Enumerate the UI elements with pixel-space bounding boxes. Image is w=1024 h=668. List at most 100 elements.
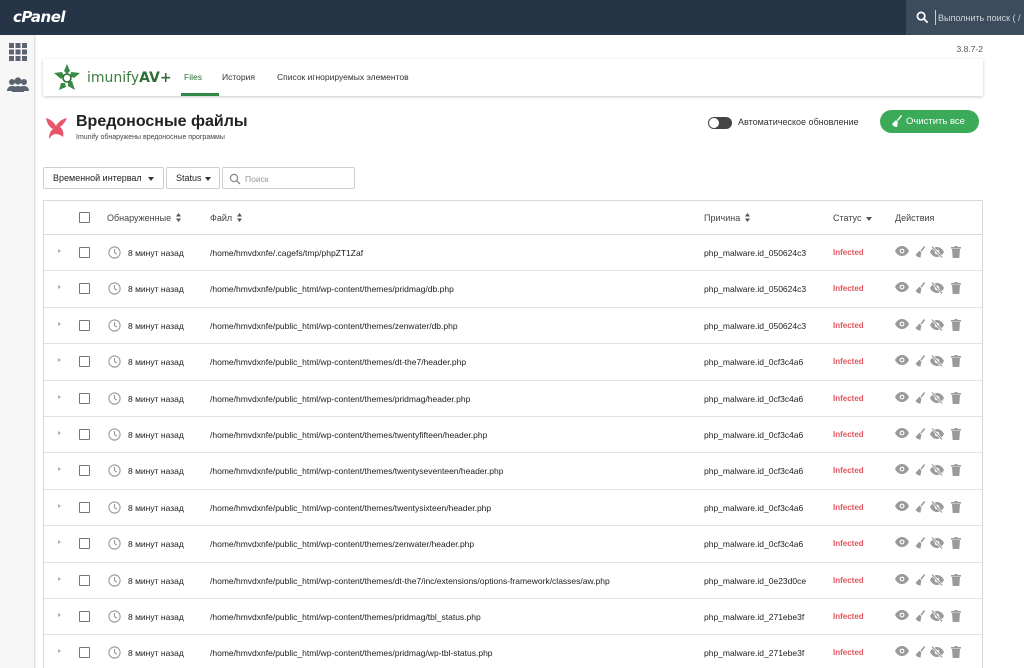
eye-slash-icon[interactable] (930, 573, 944, 588)
eye-slash-icon[interactable] (930, 245, 944, 260)
row-checkbox[interactable] (79, 611, 90, 622)
expand-row-icon[interactable] (58, 649, 61, 654)
eye-slash-icon[interactable] (930, 282, 944, 296)
eye-icon[interactable] (895, 573, 909, 586)
row-checkbox[interactable] (79, 647, 90, 659)
broom-icon[interactable] (915, 573, 926, 588)
expand-row-icon[interactable] (58, 285, 61, 290)
eye-slash-icon[interactable] (930, 500, 944, 515)
eye-icon[interactable] (895, 282, 909, 294)
column-reason[interactable]: Причина (704, 213, 751, 223)
row-checkbox[interactable] (79, 574, 90, 586)
trash-icon[interactable] (951, 464, 961, 478)
table-row[interactable]: 8 минут назад/home/hmvdxnfe/public_html/… (44, 526, 982, 563)
eye-slash-icon[interactable] (930, 646, 944, 660)
broom-icon[interactable] (915, 610, 926, 624)
eye-slash-icon[interactable] (930, 609, 944, 624)
table-row[interactable]: 8 минут назад/home/hmvdxnfe/public_html/… (44, 599, 982, 636)
eye-icon[interactable] (895, 464, 909, 476)
table-row[interactable]: 8 минут назад/home/hmvdxnfe/public_html/… (44, 417, 982, 454)
time-range-dropdown[interactable]: Временной интервал (43, 167, 164, 189)
eye-icon[interactable] (895, 318, 909, 331)
expand-row-icon[interactable] (58, 503, 61, 508)
auto-update-toggle[interactable] (708, 117, 732, 129)
select-all-checkbox[interactable] (79, 212, 90, 223)
column-status[interactable]: Статус (833, 213, 873, 223)
clean-all-button[interactable]: Очистить все (880, 110, 979, 133)
row-checkbox[interactable] (79, 356, 90, 368)
broom-icon[interactable] (915, 318, 926, 333)
trash-icon[interactable] (951, 246, 961, 260)
table-row[interactable]: 8 минут назад/home/hmvdxnfe/public_html/… (44, 344, 982, 381)
table-row[interactable]: 8 минут назад/home/hmvdxnfe/public_html/… (44, 271, 982, 308)
table-row[interactable]: 8 минут назад/home/hmvdxnfe/public_html/… (44, 308, 982, 345)
expand-row-icon[interactable] (58, 576, 61, 581)
eye-slash-icon[interactable] (930, 536, 944, 551)
trash-icon[interactable] (951, 646, 961, 660)
trash-icon[interactable] (951, 573, 961, 588)
row-checkbox[interactable] (79, 501, 90, 513)
row-checkbox[interactable] (79, 429, 90, 440)
broom-icon[interactable] (915, 428, 926, 442)
global-search[interactable] (906, 0, 1024, 35)
eye-icon[interactable] (895, 500, 909, 513)
eye-slash-icon[interactable] (930, 318, 944, 333)
cpanel-logo[interactable]: cPanel (13, 8, 66, 26)
expand-row-icon[interactable] (58, 467, 61, 472)
row-checkbox[interactable] (79, 283, 90, 295)
eye-icon[interactable] (895, 355, 909, 367)
eye-icon[interactable] (895, 610, 909, 622)
trash-icon[interactable] (951, 428, 961, 442)
broom-icon[interactable] (915, 355, 926, 369)
tab-ignore-list[interactable]: Список игнорируемых элементов (277, 72, 409, 82)
row-checkbox[interactable] (79, 465, 90, 477)
table-row[interactable]: 8 минут назад/home/hmvdxnfe/public_html/… (44, 635, 982, 668)
trash-icon[interactable] (951, 355, 961, 369)
trash-icon[interactable] (951, 500, 961, 515)
expand-row-icon[interactable] (58, 431, 61, 435)
trash-icon[interactable] (951, 318, 961, 333)
table-row[interactable]: 8 минут назад/home/hmvdxnfe/public_html/… (44, 563, 982, 599)
row-checkbox[interactable] (79, 392, 90, 404)
eye-icon[interactable] (895, 537, 909, 549)
eye-icon[interactable] (895, 646, 909, 658)
expand-row-icon[interactable] (58, 394, 61, 399)
status-dropdown[interactable]: Status (166, 167, 220, 189)
tab-history[interactable]: История (222, 72, 255, 82)
broom-icon[interactable] (915, 646, 926, 660)
expand-row-icon[interactable] (58, 249, 61, 253)
eye-slash-icon[interactable] (930, 354, 944, 369)
trash-icon[interactable] (951, 391, 961, 406)
row-checkbox[interactable] (79, 247, 90, 258)
table-row[interactable]: 8 минут назад/home/hmvdxnfe/.cagefs/tmp/… (44, 235, 982, 272)
tab-files[interactable]: Files (184, 72, 202, 82)
file-search-input[interactable] (245, 172, 350, 185)
grid-icon[interactable] (7, 42, 29, 62)
broom-icon[interactable] (915, 464, 926, 478)
trash-icon[interactable] (951, 282, 961, 296)
users-icon[interactable] (7, 75, 29, 95)
table-row[interactable]: 8 минут назад/home/hmvdxnfe/public_html/… (44, 381, 982, 417)
trash-icon[interactable] (951, 537, 961, 551)
eye-slash-icon[interactable] (930, 391, 944, 406)
eye-icon[interactable] (895, 428, 909, 440)
broom-icon[interactable] (915, 246, 926, 260)
table-row[interactable]: 8 минут назад/home/hmvdxnfe/public_html/… (44, 490, 982, 527)
row-checkbox[interactable] (79, 538, 90, 550)
broom-icon[interactable] (915, 282, 926, 296)
broom-icon[interactable] (915, 500, 926, 515)
broom-icon[interactable] (915, 391, 926, 406)
trash-icon[interactable] (951, 610, 961, 624)
row-checkbox[interactable] (79, 319, 90, 331)
broom-icon[interactable] (915, 537, 926, 551)
table-row[interactable]: 8 минут назад/home/hmvdxnfe/public_html/… (44, 453, 982, 490)
expand-row-icon[interactable] (58, 321, 61, 326)
file-search[interactable] (222, 167, 355, 189)
eye-icon[interactable] (895, 391, 909, 404)
eye-icon[interactable] (895, 246, 909, 258)
column-detected[interactable]: Обнаруженные (107, 213, 182, 223)
expand-row-icon[interactable] (58, 358, 61, 363)
eye-slash-icon[interactable] (930, 427, 944, 442)
eye-slash-icon[interactable] (930, 464, 944, 478)
expand-row-icon[interactable] (58, 613, 61, 617)
